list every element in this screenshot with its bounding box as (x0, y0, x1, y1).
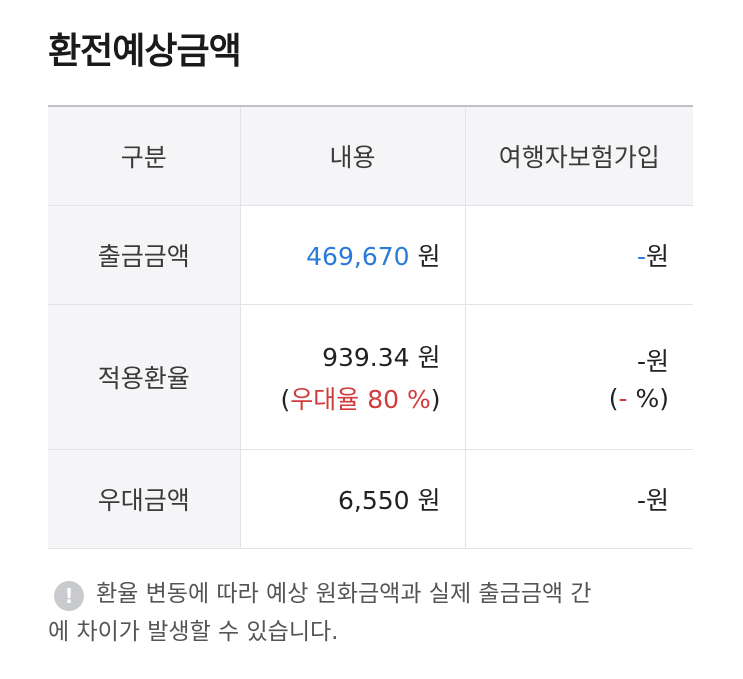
header-travel-insurance: 여행자보험가입 (464, 105, 693, 206)
exchange-rate-notice: ! 환율 변동에 따라 예상 원화금액과 실제 출금금액 간 에 차이가 발생할… (48, 575, 688, 651)
row-label-withdrawal-amount: 출금금액 (48, 205, 240, 305)
header-category: 구분 (48, 105, 240, 206)
header-content: 내용 (239, 105, 465, 206)
notice-text: 환율 변동에 따라 예상 원화금액과 실제 출금금액 간 에 차이가 발생할 수… (48, 575, 688, 651)
notice-line-1: 환율 변동에 따라 예상 원화금액과 실제 출금금액 간 (96, 581, 592, 607)
insurance-rate-number: - (636, 346, 646, 376)
table-row-preferential-amount: 우대금액 6,550 원 -원 (48, 449, 693, 549)
percent-paren-close: %) (627, 383, 669, 413)
table-header-row: 구분 내용 여행자보험가입 (48, 105, 693, 206)
table-row-withdrawal-amount: 출금금액 469,670 원 -원 (48, 205, 693, 305)
applied-rate-unit: 원 (409, 343, 441, 372)
applied-rate-value: 939.34 원 (우대율 80 %) (239, 304, 465, 450)
paren-open: ( (608, 383, 619, 413)
page-title: 환전예상금액 (48, 31, 242, 72)
preferential-amount-number: 6,550 (337, 486, 410, 515)
withdrawal-amount-number: 469,670 (306, 242, 410, 271)
preferential-rate-line: (우대율 80 %) (241, 380, 441, 416)
row-label-preferential-amount: 우대금액 (48, 449, 240, 549)
insurance-rate-unit: 원 (645, 346, 669, 376)
preferential-amount-unit: 원 (409, 486, 441, 515)
insurance-withdrawal-number: - (636, 242, 646, 271)
insurance-preferential-rate-line: (- %) (466, 383, 669, 413)
paren-close: ) (430, 385, 441, 414)
withdrawal-amount-unit: 원 (409, 242, 441, 271)
applied-rate-number: 939.34 (322, 343, 410, 372)
exchange-estimate-table: 구분 내용 여행자보험가입 출금금액 469,670 원 -원 적용환율 939… (48, 105, 693, 549)
exclamation-circle-icon: ! (54, 581, 84, 611)
insurance-preferential-unit: 원 (645, 486, 669, 515)
insurance-withdrawal-unit: 원 (645, 242, 669, 271)
preferential-rate-text: 우대율 80 % (290, 385, 431, 414)
insurance-rate-value: -원 (- %) (464, 304, 693, 450)
insurance-preferential-rate-text: - (618, 383, 628, 413)
notice-line-2: 에 차이가 발생할 수 있습니다. (48, 619, 339, 645)
paren-open: ( (280, 385, 291, 414)
insurance-withdrawal-value: -원 (464, 205, 693, 305)
preferential-amount-value: 6,550 원 (239, 449, 465, 549)
insurance-preferential-number: - (636, 486, 646, 515)
withdrawal-amount-value: 469,670 원 (239, 205, 465, 305)
row-label-applied-rate: 적용환율 (48, 304, 240, 450)
insurance-preferential-value: -원 (464, 449, 693, 549)
table-row-applied-rate: 적용환율 939.34 원 (우대율 80 %) -원 (- %) (48, 304, 693, 450)
